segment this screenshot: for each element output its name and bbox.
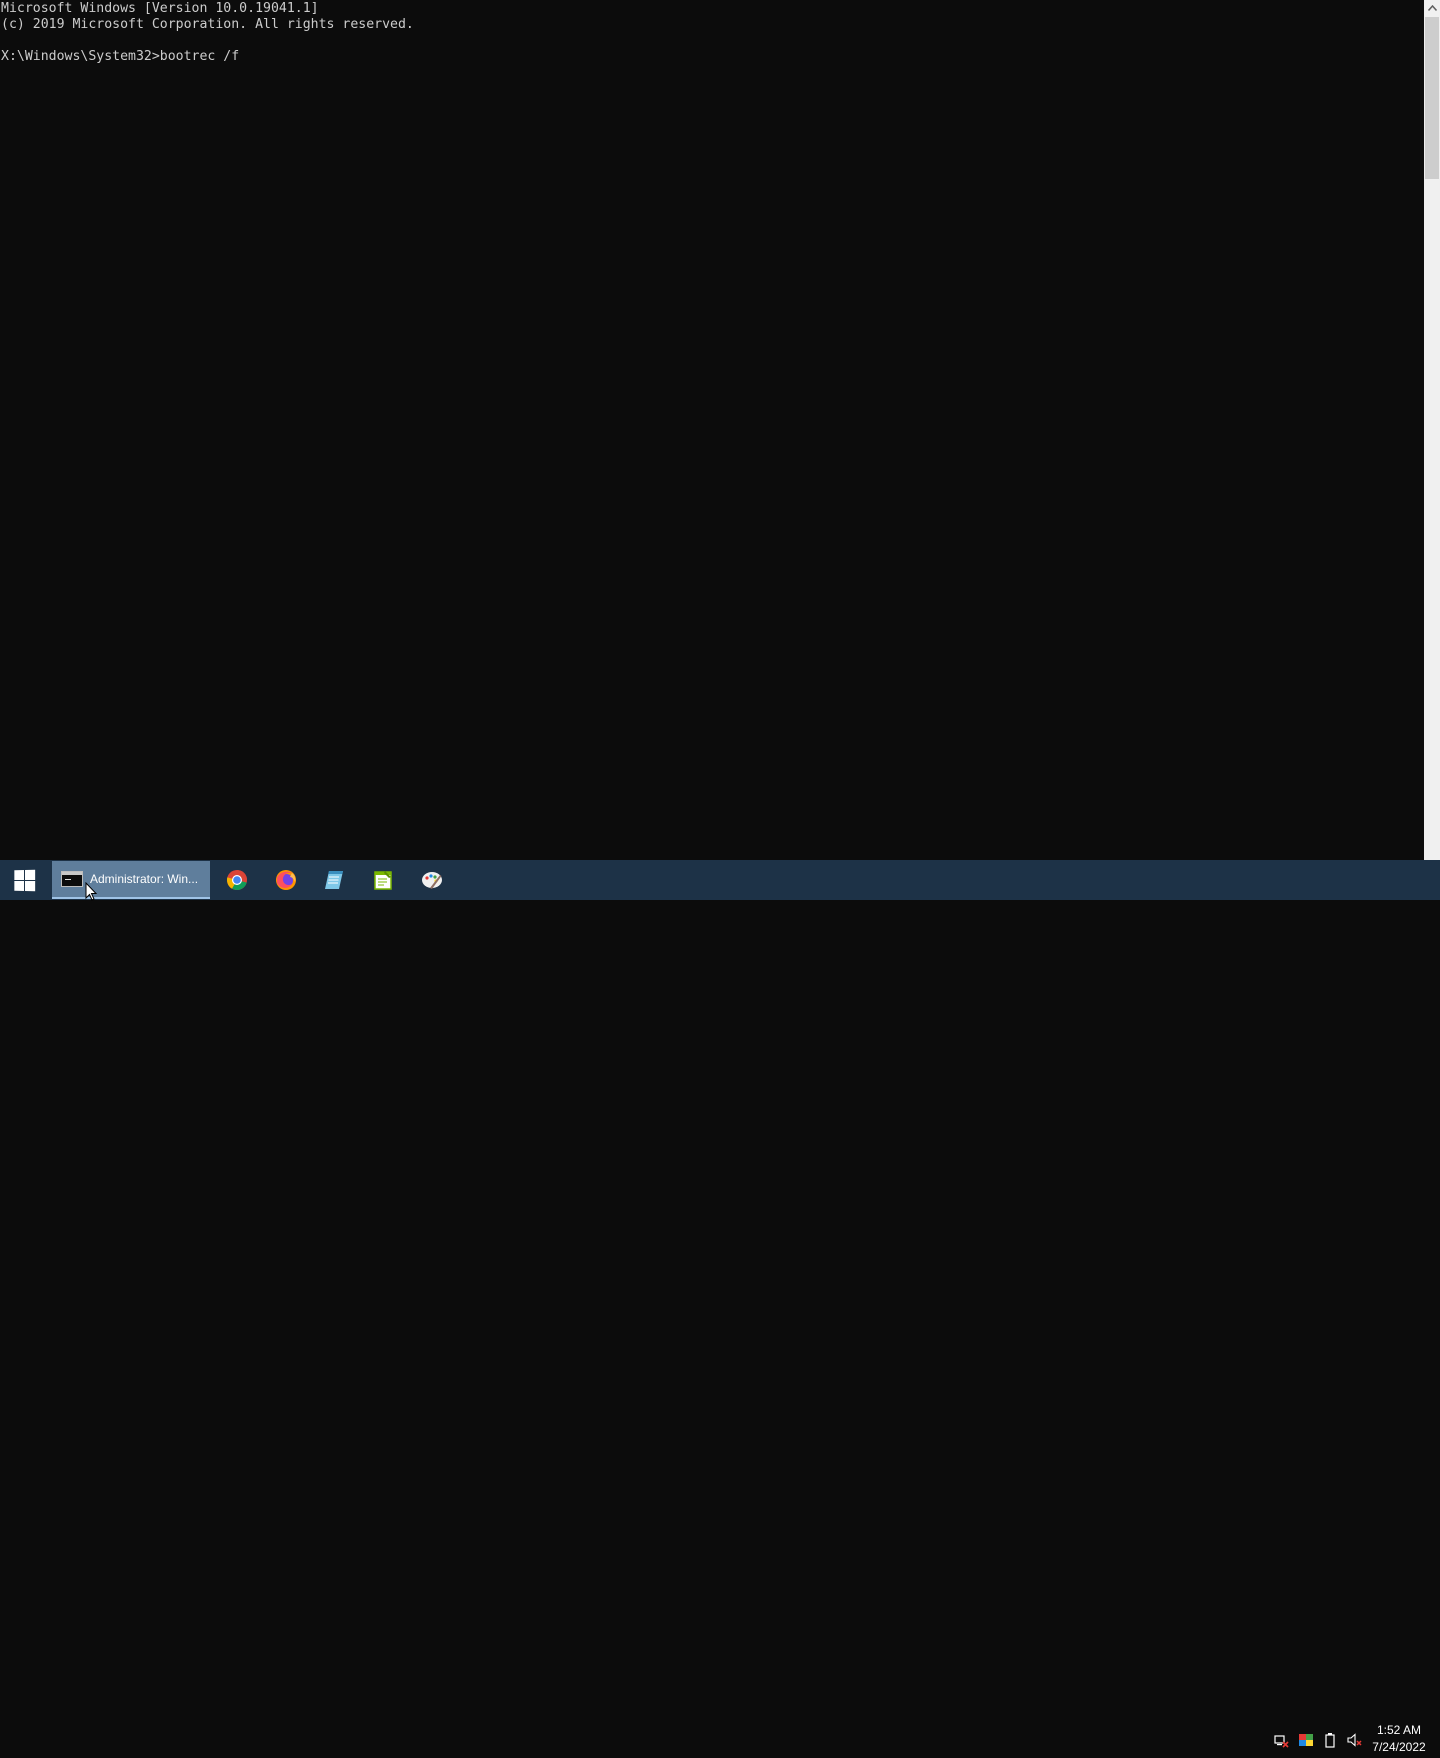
console-line: Microsoft Windows [Version 10.0.19041.1] xyxy=(1,1,319,16)
taskbar-item-command-prompt[interactable]: Administrator: Win... xyxy=(52,861,210,899)
paint-icon xyxy=(422,872,442,889)
console-output[interactable]: Microsoft Windows [Version 10.0.19041.1]… xyxy=(1,1,414,65)
taskbar-item-paint[interactable] xyxy=(408,860,456,900)
console-line: (c) 2019 Microsoft Corporation. All righ… xyxy=(1,17,414,32)
clock-time: 1:52 AM xyxy=(1376,1723,1422,1737)
chrome-icon xyxy=(226,870,247,891)
firefox-icon xyxy=(276,870,296,890)
taskbar: Administrator: Win... 1:52 AM 7/24/2022 xyxy=(0,860,1440,1754)
command-prompt-window[interactable]: Microsoft Windows [Version 10.0.19041.1]… xyxy=(0,0,1424,860)
taskbar-clock[interactable]: 1:52 AM 7/24/2022 xyxy=(1364,1722,1434,1758)
chevron-up-icon[interactable] xyxy=(1424,0,1440,16)
taskbar-item-label: Administrator: Win... xyxy=(90,872,199,886)
command-prompt-icon xyxy=(61,871,83,887)
volume-muted-icon[interactable] xyxy=(1346,1732,1362,1748)
taskbar-item-notepad-plus[interactable] xyxy=(359,860,407,900)
console-prompt-line[interactable]: X:\Windows\System32>bootrec /f xyxy=(1,49,414,65)
vertical-scrollbar[interactable] xyxy=(1424,0,1440,860)
clock-date: 7/24/2022 xyxy=(1372,1740,1426,1754)
taskbar-item-notepad[interactable] xyxy=(310,860,358,900)
network-icon[interactable] xyxy=(1273,1732,1289,1748)
notepad-icon xyxy=(325,871,343,889)
notepad-plus-icon xyxy=(374,871,392,890)
mouse-pointer-icon xyxy=(85,882,98,901)
windows-logo-icon xyxy=(13,869,35,891)
taskbar-item-chrome[interactable] xyxy=(213,860,261,900)
scrollbar-thumb[interactable] xyxy=(1425,17,1439,179)
console-command-text: X:\Windows\System32>bootrec /f xyxy=(1,49,240,64)
battery-icon[interactable] xyxy=(1322,1732,1338,1748)
start-button[interactable] xyxy=(0,860,48,900)
taskbar-item-firefox[interactable] xyxy=(262,860,310,900)
color-icon[interactable] xyxy=(1298,1732,1314,1748)
